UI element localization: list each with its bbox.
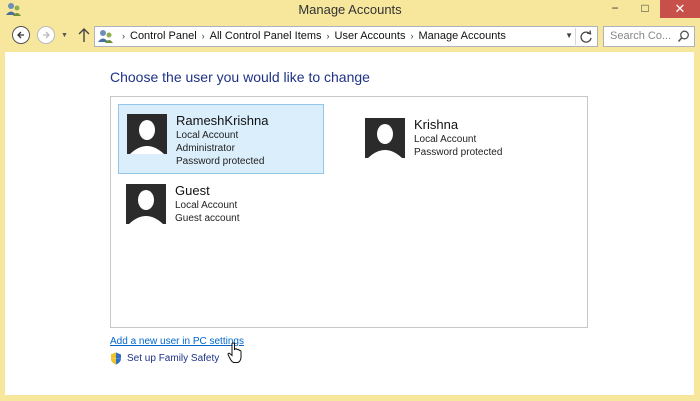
account-tile-krishna[interactable]: Krishna Local Account Password protected <box>357 109 557 179</box>
account-tile-rameshkrishna[interactable]: RameshKrishna Local Account Administrato… <box>118 104 324 174</box>
back-button[interactable] <box>12 26 30 44</box>
main-content: Choose the user you would like to change… <box>5 52 694 395</box>
page-title: Choose the user you would like to change <box>110 69 370 85</box>
forward-button[interactable] <box>37 26 55 44</box>
account-info: RameshKrishna Local Account Administrato… <box>176 113 269 167</box>
control-panel-icon <box>98 30 113 43</box>
breadcrumb-separator-icon[interactable]: › <box>410 31 413 41</box>
arrow-right-icon <box>43 31 50 39</box>
navigation-bar: ▼ › Control Panel › All Control Panel It… <box>7 24 695 48</box>
recent-locations-dropdown-icon[interactable]: ▼ <box>61 32 68 39</box>
family-safety-link[interactable]: Set up Family Safety <box>110 352 219 365</box>
minimize-button[interactable]: − <box>600 0 630 18</box>
account-type: Local Account <box>175 200 238 211</box>
account-name: RameshKrishna <box>176 113 269 128</box>
address-divider <box>575 28 576 45</box>
account-type: Local Account <box>176 130 239 141</box>
user-silhouette-icon <box>126 184 166 224</box>
breadcrumb-user-accounts[interactable]: User Accounts <box>335 30 406 42</box>
account-info: Guest Local Account Guest account <box>175 183 239 237</box>
family-safety-label: Set up Family Safety <box>127 353 220 364</box>
account-password-status: Password protected <box>414 147 503 158</box>
close-button[interactable]: ✕ <box>660 0 700 18</box>
address-dropdown-icon[interactable]: ▼ <box>565 31 573 40</box>
address-bar[interactable]: › Control Panel › All Control Panel Item… <box>94 26 598 47</box>
account-info: Krishna Local Account Password protected <box>414 117 502 171</box>
window-title: Manage Accounts <box>298 2 402 17</box>
account-type: Local Account <box>414 134 477 145</box>
arrow-left-icon <box>17 31 24 39</box>
account-name: Guest <box>175 183 210 198</box>
account-name: Krishna <box>414 117 459 132</box>
avatar <box>365 118 405 158</box>
account-tile-guest[interactable]: Guest Local Account Guest account <box>118 175 324 245</box>
account-role: Administrator <box>176 143 235 154</box>
search-input[interactable]: Search Co... <box>603 26 695 47</box>
breadcrumb-separator-icon[interactable]: › <box>327 31 330 41</box>
accounts-list: RameshKrishna Local Account Administrato… <box>110 96 588 328</box>
avatar <box>127 114 167 154</box>
breadcrumb-all-items[interactable]: All Control Panel Items <box>210 30 322 42</box>
title-bar: Manage Accounts − □ ✕ <box>0 0 700 20</box>
refresh-icon[interactable] <box>578 29 594 45</box>
hand-pointer-icon <box>227 342 242 363</box>
user-silhouette-icon <box>127 114 167 154</box>
add-user-link[interactable]: Add a new user in PC settings <box>110 336 244 347</box>
account-password-status: Password protected <box>176 156 265 167</box>
breadcrumb-separator-icon[interactable]: › <box>122 31 125 41</box>
search-placeholder: Search Co... <box>610 30 672 42</box>
up-arrow-icon[interactable] <box>77 26 91 44</box>
breadcrumb-manage-accounts[interactable]: Manage Accounts <box>418 30 505 42</box>
avatar <box>126 184 166 224</box>
account-role: Guest account <box>175 213 240 224</box>
maximize-button[interactable]: □ <box>630 0 660 18</box>
manage-accounts-window: Manage Accounts − □ ✕ ▼ › Control Panel … <box>0 0 700 401</box>
search-icon[interactable] <box>677 30 690 43</box>
breadcrumb: › Control Panel › All Control Panel Item… <box>117 30 506 42</box>
shield-icon <box>111 352 121 365</box>
caption-buttons: − □ ✕ <box>600 0 700 18</box>
breadcrumb-separator-icon[interactable]: › <box>202 31 205 41</box>
breadcrumb-control-panel[interactable]: Control Panel <box>130 30 197 42</box>
user-silhouette-icon <box>365 118 405 158</box>
